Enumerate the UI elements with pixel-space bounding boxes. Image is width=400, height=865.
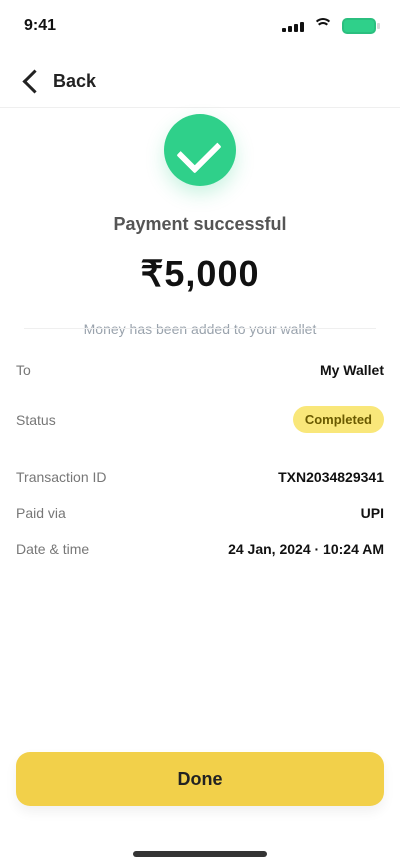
label-status: Status xyxy=(16,411,56,428)
done-button[interactable]: Done xyxy=(16,752,384,806)
wifi-icon xyxy=(314,20,332,32)
row-to: To My Wallet xyxy=(16,348,384,392)
home-indicator xyxy=(133,851,267,857)
check-circle-icon xyxy=(164,114,236,186)
details: To My Wallet Status Completed Transactio… xyxy=(0,348,400,567)
status-bar: 9:41 xyxy=(0,0,400,52)
payment-success: Payment successful ₹5,000 Money has been… xyxy=(0,114,400,337)
success-title: Payment successful xyxy=(113,214,287,234)
value-paid-via: UPI xyxy=(360,505,384,521)
chevron-left-icon xyxy=(22,69,47,94)
label-date-time: Date & time xyxy=(16,541,90,557)
label-transaction-id: Transaction ID xyxy=(16,469,107,485)
status-right xyxy=(282,18,380,34)
value-transaction-id: TXN2034829341 xyxy=(278,469,384,485)
status-time: 9:41 xyxy=(24,17,57,34)
success-amount: ₹5,000 xyxy=(140,253,260,294)
value-status: Completed xyxy=(292,406,384,433)
back-button[interactable]: Back xyxy=(22,69,97,94)
cell-signal-icon xyxy=(282,20,304,32)
value-date-time: 24 Jan, 2024 · 10:24 AM xyxy=(228,541,384,557)
success-note: Money has been added to your wallet xyxy=(83,321,317,337)
row-status: Status Completed xyxy=(16,392,384,447)
status-left: 9:41 xyxy=(24,17,56,35)
label-to: To xyxy=(16,362,31,378)
back-label: Back xyxy=(53,71,97,91)
value-to: My Wallet xyxy=(319,362,384,378)
row-paid-via: Paid via UPI xyxy=(16,495,384,531)
row-transaction-id: Transaction ID TXN2034829341 xyxy=(16,459,384,495)
battery-icon xyxy=(342,18,380,34)
status-badge: Completed xyxy=(292,406,384,433)
top-header: Back xyxy=(0,56,400,108)
row-date-time: Date & time 24 Jan, 2024 · 10:24 AM xyxy=(16,531,384,567)
done-label: Done xyxy=(177,768,223,789)
details-rows: Transaction ID TXN2034829341 Paid via UP… xyxy=(16,459,384,567)
label-paid-via: Paid via xyxy=(16,505,66,521)
divider xyxy=(24,328,376,329)
